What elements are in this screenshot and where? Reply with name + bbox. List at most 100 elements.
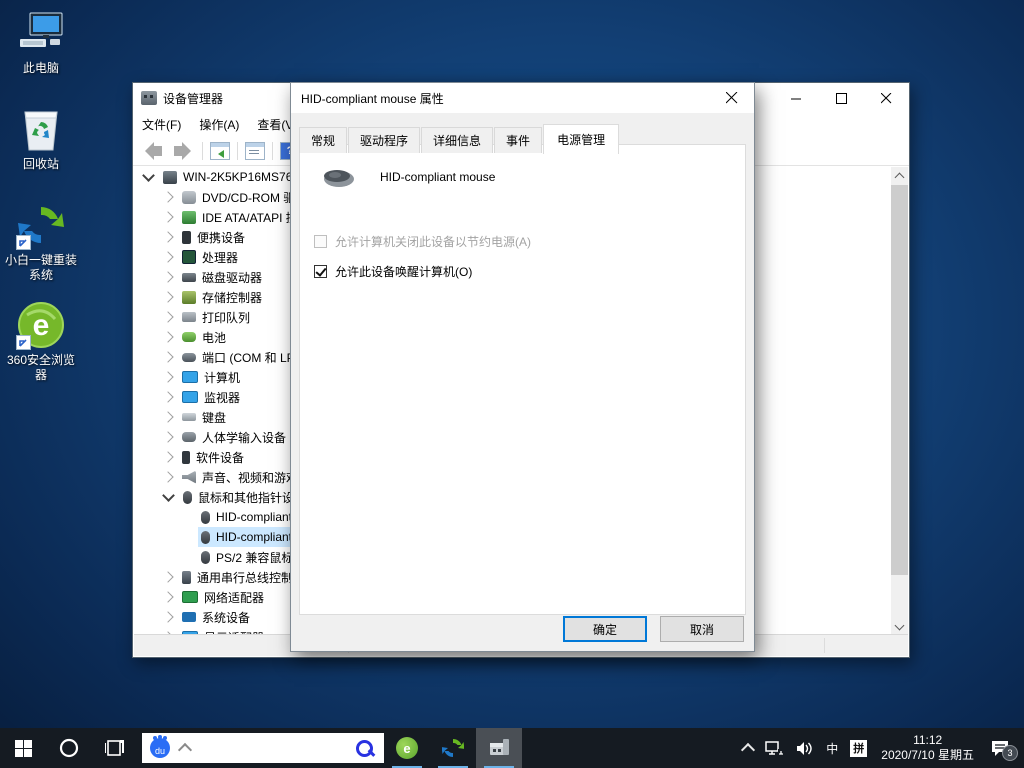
device-name: HID-compliant mouse <box>380 170 496 184</box>
action-center-button[interactable]: 3 <box>982 728 1024 768</box>
chevron-collapsed-icon[interactable] <box>162 351 174 363</box>
power-options: 允许计算机关闭此设备以节约电源(A) 允许此设备唤醒计算机(O) <box>300 233 745 280</box>
maximize-icon <box>836 92 847 104</box>
chevron-collapsed-icon[interactable] <box>162 251 174 263</box>
network-button[interactable] <box>759 728 790 768</box>
hid-icon <box>182 432 196 442</box>
desktop-icon-360-browser[interactable]: e 360安全浏览器 <box>2 300 80 383</box>
chevron-collapsed-icon[interactable] <box>162 291 174 303</box>
chevron-collapsed-icon[interactable] <box>162 591 174 603</box>
usb-icon <box>182 570 191 584</box>
chevron-expanded-icon[interactable] <box>142 168 155 182</box>
monitor-icon <box>182 391 198 403</box>
chevron-collapsed-icon[interactable] <box>162 571 174 583</box>
chevron-collapsed-icon[interactable] <box>162 431 174 443</box>
tab-4[interactable]: 电源管理 <box>543 124 620 154</box>
menu-item-0[interactable]: 文件(F) <box>133 113 190 136</box>
start-button[interactable] <box>0 728 46 768</box>
tab-2[interactable]: 详细信息 <box>421 127 494 153</box>
tree-item-label: 存储控制器 <box>202 290 263 305</box>
ime-mode-button[interactable]: 拼 <box>844 728 873 768</box>
scroll-up-icon[interactable] <box>891 167 908 184</box>
chevron-collapsed-icon[interactable] <box>162 271 174 283</box>
volume-button[interactable] <box>790 728 820 768</box>
chevron-collapsed-icon[interactable] <box>162 371 174 383</box>
checkbox-label: 允许计算机关闭此设备以节约电源(A) <box>335 235 531 249</box>
chevron-up-icon[interactable] <box>177 742 193 758</box>
desktop-icon-this-pc[interactable]: 此电脑 <box>2 8 80 76</box>
cpu-icon <box>182 250 196 264</box>
network-icon <box>182 591 198 603</box>
clock-date: 2020/7/10 星期五 <box>881 748 974 762</box>
network-icon <box>765 740 785 755</box>
chevron-collapsed-icon[interactable] <box>162 311 174 323</box>
tab-1[interactable]: 驱动程序 <box>348 127 421 153</box>
desktop-icon-recycle-bin[interactable]: 回收站 <box>2 104 80 172</box>
chevron-collapsed-icon[interactable] <box>162 471 174 483</box>
show-console-tree-icon[interactable] <box>210 141 230 160</box>
dialog-close-button[interactable] <box>709 83 754 113</box>
360-browser-icon: e <box>2 300 80 350</box>
ime-language-button[interactable]: 中 <box>820 728 844 768</box>
tree-item-label: 电池 <box>202 330 227 345</box>
system-tray: 中 拼 11:12 2020/7/10 星期五 3 <box>737 728 1024 768</box>
storage-icon <box>182 290 196 304</box>
desktop-icon-xiaobai-reinstall[interactable]: 小白一键重装系统 <box>2 200 80 283</box>
tree-scrollbar[interactable] <box>891 167 908 635</box>
minimize-button[interactable] <box>774 83 819 113</box>
chevron-expanded-icon[interactable] <box>162 488 175 502</box>
close-button[interactable] <box>864 83 909 113</box>
ports-icon <box>182 352 196 362</box>
no-chevron <box>184 534 191 541</box>
taskbar-app-360-browser[interactable]: e <box>384 728 430 768</box>
tab-3[interactable]: 事件 <box>494 127 543 153</box>
mouse-icon <box>201 510 210 524</box>
search-input[interactable]: du <box>142 733 384 763</box>
clock[interactable]: 11:12 2020/7/10 星期五 <box>873 728 982 768</box>
dialog-titlebar[interactable]: HID-compliant mouse 属性 <box>291 83 754 113</box>
ok-button[interactable]: 确定 <box>563 616 647 642</box>
xiaobai-icon <box>442 739 464 757</box>
printer-icon <box>182 312 196 322</box>
mouse-icon <box>201 530 210 544</box>
mouse-device-icon <box>324 170 354 187</box>
desktop-icon-label: 小白一键重装系统 <box>4 253 77 282</box>
taskbar-app-device-manager[interactable] <box>476 728 522 768</box>
checkbox[interactable] <box>314 265 327 278</box>
cancel-button[interactable]: 取消 <box>660 616 744 642</box>
system-icon <box>182 612 196 622</box>
mouse-properties-dialog: HID-compliant mouse 属性 常规 驱动程序 详细信息 事件 电源管理 … <box>290 82 755 652</box>
cortana-button[interactable] <box>46 728 92 768</box>
chevron-collapsed-icon[interactable] <box>162 411 174 423</box>
mouse-icon <box>183 490 192 504</box>
chevron-collapsed-icon[interactable] <box>162 211 174 223</box>
xiaobai-reinstall-icon <box>2 200 80 250</box>
hidden-icons-button[interactable] <box>737 728 759 768</box>
chevron-collapsed-icon[interactable] <box>162 231 174 243</box>
tree-item-label: 系统设备 <box>202 610 251 625</box>
task-view-button[interactable] <box>92 728 138 768</box>
desktop-icon-label: 回收站 <box>22 157 59 171</box>
scroll-down-icon[interactable] <box>891 618 908 635</box>
scrollbar-thumb[interactable] <box>891 185 908 575</box>
menu-item-1[interactable]: 操作(A) <box>190 113 248 136</box>
maximize-button[interactable] <box>819 83 864 113</box>
shortcut-arrow-icon <box>16 235 31 250</box>
chevron-collapsed-icon[interactable] <box>162 331 174 343</box>
chevron-collapsed-icon[interactable] <box>162 391 174 403</box>
clock-time: 11:12 <box>913 733 943 747</box>
taskbar: du e 中 拼 11:12 2020/7/10 星期五 3 <box>0 728 1024 768</box>
tree-item-label: 通用串行总线控制器 <box>197 570 306 585</box>
taskbar-app-xiaobai[interactable] <box>430 728 476 768</box>
battery-icon <box>182 332 196 342</box>
windows-logo-icon <box>14 739 32 757</box>
properties-icon[interactable] <box>245 141 265 160</box>
tab-0[interactable]: 常规 <box>299 127 348 153</box>
chevron-collapsed-icon[interactable] <box>162 451 174 463</box>
device-manager-title: 设备管理器 <box>163 91 224 106</box>
forward-button[interactable] <box>173 141 193 160</box>
back-button[interactable] <box>143 141 163 160</box>
chevron-collapsed-icon[interactable] <box>162 191 174 203</box>
search-icon[interactable] <box>356 739 376 757</box>
chevron-collapsed-icon[interactable] <box>162 611 174 623</box>
